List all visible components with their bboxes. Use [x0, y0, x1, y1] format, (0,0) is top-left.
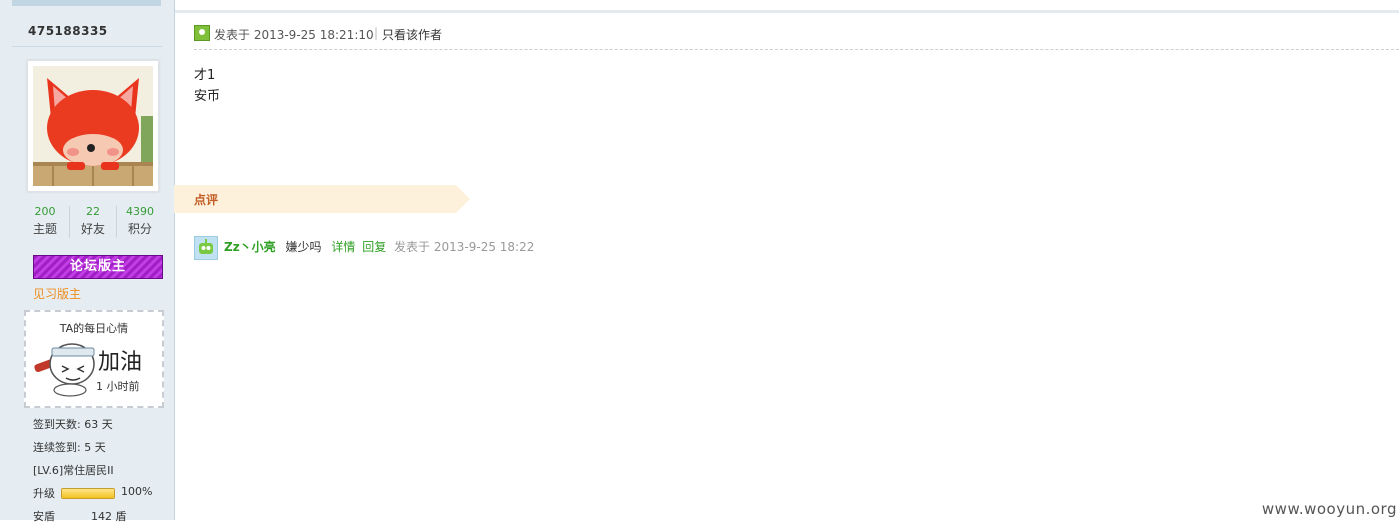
daily-mood-box: TA的每日心情 加油 1 小时前	[24, 310, 164, 408]
mood-title: TA的每日心情	[59, 322, 129, 335]
checkin-streak: 连续签到: 5 天	[33, 441, 106, 454]
level-progress-bar	[61, 488, 115, 499]
stat-threads[interactable]: 200 主题	[22, 204, 68, 238]
divider	[12, 46, 162, 47]
post-date: 发表于 2013-9-25 18:21:10	[214, 28, 374, 42]
author-username[interactable]: 475188335	[28, 24, 108, 38]
comment-text: 嫌少吗	[285, 240, 322, 254]
mood-time: 1 小时前	[96, 380, 140, 393]
meta-separator: |	[374, 26, 379, 40]
level-progress-fill	[62, 489, 114, 498]
post-top-border	[175, 10, 1399, 13]
author-sidebar: 475188335 200 主题 22 好友 4390 积分 论坛版主 见习版主…	[0, 0, 175, 523]
comment-item: Zz丶小亮 嫌少吗 详情 回复 发表于 2013-9-25 18:22	[224, 238, 534, 255]
stat-points-value: 4390	[126, 205, 154, 218]
post-body-line: 才1	[194, 68, 216, 83]
level-percent: 100%	[121, 485, 153, 498]
stat-points[interactable]: 4390 积分	[117, 204, 163, 238]
robot-avatar-icon	[199, 239, 213, 254]
user-rank[interactable]: [LV.6]常住居民II	[33, 462, 114, 478]
divider	[194, 49, 1399, 50]
ribbon-shape	[174, 185, 470, 213]
stat-friends[interactable]: 22 好友	[70, 204, 116, 238]
comment-date: 发表于 2013-9-25 18:22	[394, 240, 535, 254]
comment-section-header: 点评	[174, 185, 470, 213]
comment-detail-link[interactable]: 详情	[331, 240, 355, 254]
commenter-avatar[interactable]	[194, 236, 218, 260]
watermark: www.wooyun.org	[1261, 500, 1397, 518]
stat-friends-label: 好友	[80, 222, 105, 236]
role-link[interactable]: 见习版主	[33, 285, 81, 302]
avatar[interactable]	[27, 60, 159, 192]
role-badge: 论坛版主	[33, 255, 163, 279]
only-author-link[interactable]: 只看该作者	[382, 26, 442, 43]
online-user-icon	[194, 25, 210, 41]
cheer-emoticon-icon	[34, 343, 95, 397]
sidebar-top-bar	[12, 0, 161, 6]
comment-reply-link[interactable]: 回复	[362, 240, 386, 254]
commenter-name[interactable]: Zz丶小亮	[224, 240, 276, 254]
author-stats: 200 主题 22 好友 4390 积分	[22, 204, 162, 240]
fox-avatar-icon	[33, 66, 153, 186]
comment-header-label: 点评	[194, 193, 219, 207]
post-body-line: 安币	[194, 89, 221, 104]
level-label: 升级	[33, 487, 55, 500]
stat-threads-label: 主题	[32, 222, 57, 236]
coin-label: 安盾	[33, 510, 55, 523]
coin-value: 142 盾	[91, 510, 127, 523]
mood-text: 加油	[98, 350, 143, 375]
checkin-days: 签到天数: 63 天	[33, 418, 113, 431]
stat-friends-value: 22	[86, 205, 100, 218]
stat-threads-value: 200	[34, 205, 56, 218]
stat-points-label: 积分	[127, 222, 152, 236]
